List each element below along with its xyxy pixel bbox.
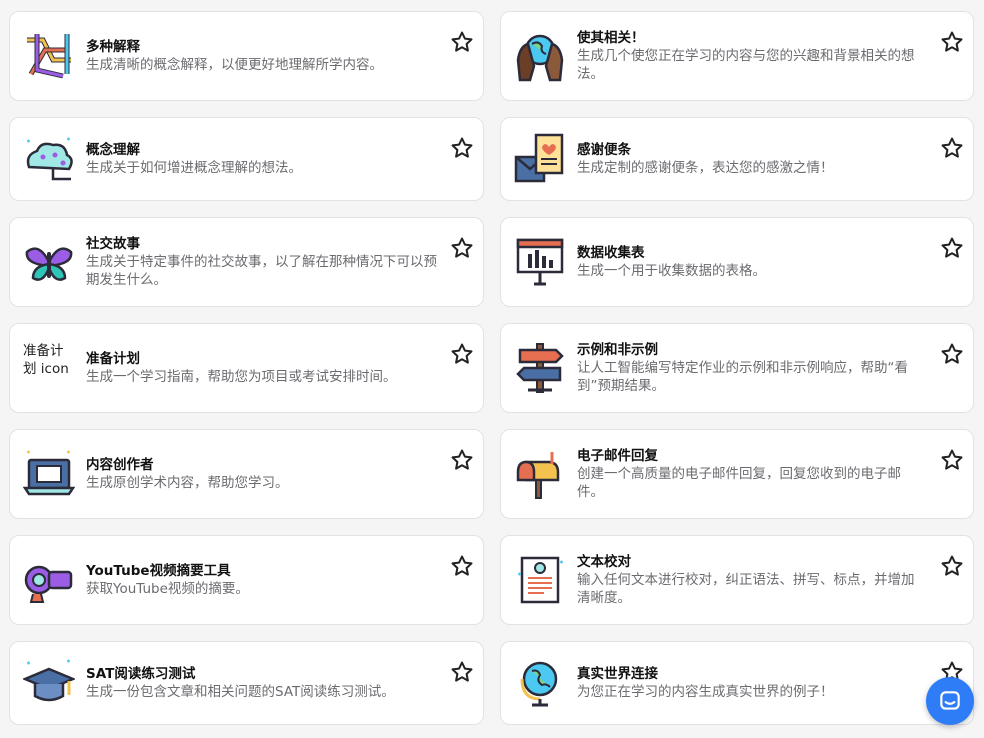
favorite-star-icon[interactable] [940, 342, 964, 366]
tool-card-social-story[interactable]: 社交故事 生成关于特定事件的社交故事，以了解在那种情况下可以预期发生什么。 [9, 217, 484, 307]
favorite-star-icon[interactable] [450, 236, 474, 260]
favorite-star-icon[interactable] [940, 30, 964, 54]
card-title: 示例和非示例 [577, 342, 658, 358]
card-title: 真实世界连接 [577, 666, 658, 682]
document-icon [514, 554, 566, 606]
laptop-icon [23, 448, 75, 500]
video-camera-icon [23, 554, 75, 606]
card-title: YouTube视频摘要工具 [86, 563, 231, 579]
broken-image-icon: 准备计划 icon [23, 343, 69, 377]
card-title: 多种解释 [86, 39, 140, 55]
card-title: 感谢便条 [577, 142, 631, 158]
card-title: 概念理解 [86, 142, 140, 158]
favorite-star-icon[interactable] [450, 30, 474, 54]
favorite-star-icon[interactable] [450, 660, 474, 684]
hands-globe-icon [514, 30, 566, 82]
card-title: 内容创作者 [86, 457, 154, 473]
graduation-cap-icon [23, 657, 75, 709]
card-description: 为您正在学习的内容生成真实世界的例子！ [577, 684, 834, 700]
card-title: 准备计划 [86, 351, 140, 367]
card-description: 获取YouTube视频的摘要。 [86, 581, 249, 597]
card-title: 数据收集表 [577, 245, 645, 261]
tool-card-sat-reading-test[interactable]: SAT阅读练习测试 生成一份包含文章和相关问题的SAT阅读练习测试。 [9, 641, 484, 725]
card-description: 生成原创学术内容，帮助您学习。 [86, 475, 289, 491]
favorite-star-icon[interactable] [450, 554, 474, 578]
favorite-star-icon[interactable] [450, 448, 474, 472]
favorite-star-icon[interactable] [940, 448, 964, 472]
tool-card-make-it-relevant[interactable]: 使其相关！ 生成几个使您正在学习的内容与您的兴趣和背景相关的想法。 [500, 11, 974, 101]
card-description: 生成清晰的概念解释，以便更好地理解所学内容。 [86, 57, 383, 73]
favorite-star-icon[interactable] [940, 236, 964, 260]
card-title: SAT阅读练习测试 [86, 666, 196, 682]
card-title: 电子邮件回复 [577, 448, 658, 464]
tool-card-text-proofreading[interactable]: 文本校对 输入任何文本进行校对，纠正语法、拼写、标点，并增加清晰度。 [500, 535, 974, 625]
tool-card-data-collection-sheet[interactable]: 数据收集表 生成一个用于收集数据的表格。 [500, 217, 974, 307]
tool-card-content-creator[interactable]: 内容创作者 生成原创学术内容，帮助您学习。 [9, 429, 484, 519]
card-title: 使其相关！ [577, 30, 645, 46]
brain-icon [23, 133, 75, 185]
card-description: 生成几个使您正在学习的内容与您的兴趣和背景相关的想法。 [577, 48, 915, 82]
card-description: 创建一个高质量的电子邮件回复，回复您收到的电子邮件。 [577, 466, 901, 500]
chat-bubble-icon [940, 691, 960, 710]
tangled-lines-icon [23, 30, 75, 82]
favorite-star-icon[interactable] [940, 554, 964, 578]
card-description: 生成关于特定事件的社交故事，以了解在那种情况下可以预期发生什么。 [86, 254, 437, 288]
desk-globe-icon [514, 657, 566, 709]
card-title: 文本校对 [577, 554, 631, 570]
mailbox-icon [514, 448, 566, 500]
tool-card-thank-you-note[interactable]: 感谢便条 生成定制的感谢便条，表达您的感激之情！ [500, 117, 974, 201]
tool-card-concept-understanding[interactable]: 概念理解 生成关于如何增进概念理解的想法。 [9, 117, 484, 201]
card-description: 让人工智能编写特定作业的示例和非示例响应，帮助“看到”预期结果。 [577, 360, 908, 394]
signpost-icon [514, 342, 566, 394]
tool-card-multiple-explanations[interactable]: 多种解释 生成清晰的概念解释，以便更好地理解所学内容。 [9, 11, 484, 101]
card-description: 生成一份包含文章和相关问题的SAT阅读练习测试。 [86, 684, 395, 700]
card-description: 生成一个用于收集数据的表格。 [577, 263, 766, 279]
favorite-star-icon[interactable] [450, 136, 474, 160]
card-title: 社交故事 [86, 236, 140, 252]
chat-launcher-button[interactable] [926, 677, 974, 725]
card-description: 生成定制的感谢便条，表达您的感激之情！ [577, 160, 834, 176]
tool-card-prep-plan[interactable]: 准备计划 icon 准备计划 生成一个学习指南，帮助您为项目或考试安排时间。 [9, 323, 484, 413]
tool-card-real-world-connection[interactable]: 真实世界连接 为您正在学习的内容生成真实世界的例子！ [500, 641, 974, 725]
presentation-board-icon [514, 236, 566, 288]
thank-you-note-icon [514, 133, 566, 185]
favorite-star-icon[interactable] [940, 136, 964, 160]
butterfly-icon [23, 236, 75, 288]
card-description: 生成一个学习指南，帮助您为项目或考试安排时间。 [86, 369, 397, 385]
card-description: 输入任何文本进行校对，纠正语法、拼写、标点，并增加清晰度。 [577, 572, 915, 606]
tool-card-youtube-summarizer[interactable]: YouTube视频摘要工具 获取YouTube视频的摘要。 [9, 535, 484, 625]
tool-card-examples-non-examples[interactable]: 示例和非示例 让人工智能编写特定作业的示例和非示例响应，帮助“看到”预期结果。 [500, 323, 974, 413]
tool-card-email-reply[interactable]: 电子邮件回复 创建一个高质量的电子邮件回复，回复您收到的电子邮件。 [500, 429, 974, 519]
card-description: 生成关于如何增进概念理解的想法。 [86, 160, 302, 176]
favorite-star-icon[interactable] [450, 342, 474, 366]
